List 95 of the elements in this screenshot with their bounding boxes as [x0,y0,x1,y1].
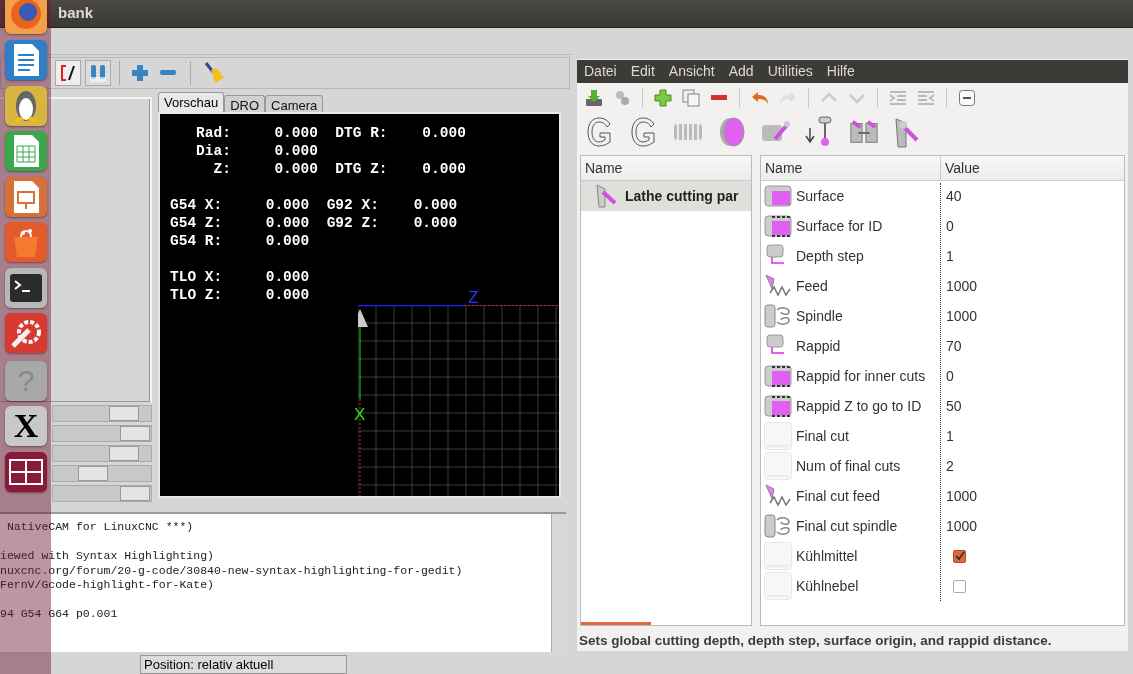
window-title: bank [58,3,93,24]
slider[interactable] [52,445,152,462]
column-header[interactable]: Name [581,156,751,182]
tab[interactable]: Vorschau [158,92,225,112]
axis-label: X [354,406,366,424]
cylinder-icon [764,183,792,210]
bracket-slash-icon[interactable] [55,60,81,86]
tab[interactable]: DRO [224,95,266,112]
slider-thumb[interactable] [77,466,108,481]
parameter-value[interactable]: 1000 [941,515,978,537]
column-header[interactable]: Name [761,156,941,181]
presentation-icon [11,180,41,214]
tile-icon [764,422,792,451]
parameter-name: Surface [796,186,845,206]
slider-thumb[interactable] [119,426,150,441]
tab[interactable]: Camera [265,95,324,112]
slider-thumb[interactable] [119,486,150,501]
dro-readout: Dia: 0.000 [195,142,318,160]
dro-readout: TLO X: 0.000 [170,268,310,286]
parameter-name: Depth step [796,246,864,266]
parameter-value[interactable]: 0 [941,365,954,387]
slider[interactable] [52,405,152,422]
slider[interactable] [52,425,152,442]
parameter-name: Spindle [796,306,843,326]
parameter-name: Feed [796,276,828,296]
parameter-name: Rappid for inner cuts [796,366,926,386]
menu-item[interactable]: Hilfe [826,60,855,82]
scroll-indicator [581,621,651,625]
code-line: 94 G54 G64 p0.001 [0,607,118,622]
parameter-value[interactable]: 50 [941,395,962,417]
chuck-icon [764,513,792,540]
menu-item[interactable]: Add [728,60,754,82]
parameter-name: Kühlnebel [796,576,859,596]
dro-readout: Z: 0.000 DTG Z: 0.000 [212,160,466,178]
workspace-switcher-icon [9,459,43,485]
menu-item[interactable]: Edit [630,60,655,82]
striped-cylinder-icon [764,393,792,420]
slider-thumb[interactable] [109,406,139,421]
tile-icon [764,572,792,601]
tile-icon [764,542,792,571]
parameter-name: Rappid [796,336,841,356]
hint-text: Sets global cutting depth, depth step, surface origin, and rappid distance. [578,631,1053,650]
document-icon [11,43,41,77]
parameter-name: Kühlmittel [796,546,858,566]
dro-readout: TLO Z: 0.000 [170,286,310,304]
parameter-value[interactable]: 2 [941,455,954,477]
menu-item[interactable]: Ansicht [668,60,715,82]
menu-item[interactable]: Utilities [767,60,813,82]
tool-wrench-icon [595,183,619,210]
axis-label: Z [468,289,479,307]
parameter-value[interactable]: 0 [941,215,954,237]
slider[interactable] [52,485,152,502]
launcher-item[interactable] [5,86,47,126]
tile-icon [764,452,792,481]
chuck-icon [764,303,792,330]
slider-thumb[interactable] [109,446,139,461]
dro-readout: Rad: 0.000 DTG R: 0.000 [195,124,466,142]
tree-item[interactable]: Lathe cutting par [581,181,751,212]
plus-icon[interactable] [652,86,674,109]
parameter-name: Final cut feed [796,486,881,506]
dro-readout: G54 X: 0.000 G92 X: 0.000 [170,196,458,214]
launcher-item[interactable] [5,313,47,353]
parameter-value[interactable]: 1 [941,425,954,447]
parameter-value[interactable]: 1000 [941,305,978,327]
launcher-item[interactable] [5,268,47,308]
parameter-name: Rappid Z to go to ID [796,396,922,416]
code-line: FernV/Gcode-highlight-for-Kate) [0,578,214,593]
parameter-name: Final cut [796,426,849,446]
parameter-value[interactable]: 1000 [941,485,978,507]
dro-readout: G54 Z: 0.000 G92 Z: 0.000 [170,214,458,232]
parameter-value[interactable]: 1 [941,245,954,267]
striped-cylinder-icon [764,363,792,390]
code-line: nuxcnc.org/forum/20-g-code/30840-new-syntax-highlighting-for-gedit) [0,563,463,578]
checkbox[interactable] [953,549,966,563]
parameter-name: Surface for ID [796,216,883,236]
code-line: iewed with Syntax Highlighting) [0,549,214,564]
menu-item[interactable]: Datei [584,60,617,82]
launcher-item[interactable]: X [5,406,47,446]
spreadsheet-icon [11,134,41,168]
status-field: Position: relativ aktuell [140,654,347,674]
launcher-item[interactable] [5,40,47,80]
parameter-name: Num of final cuts [796,456,901,476]
parameter-value[interactable]: 1000 [941,275,978,297]
globe-icon [8,0,44,32]
launcher-item[interactable] [5,452,47,492]
column-header[interactable]: Value [941,156,1124,181]
parameter-name: Final cut spindle [796,516,898,536]
checkbox[interactable] [953,579,966,593]
copy-icon[interactable] [680,86,702,109]
terminal-icon [9,273,43,303]
dro-readout: G54 R: 0.000 [170,232,310,250]
parameter-value[interactable]: 70 [941,335,962,357]
parameter-value[interactable]: 40 [941,185,962,207]
striped-cylinder-icon [764,213,792,240]
slider[interactable] [52,465,152,482]
